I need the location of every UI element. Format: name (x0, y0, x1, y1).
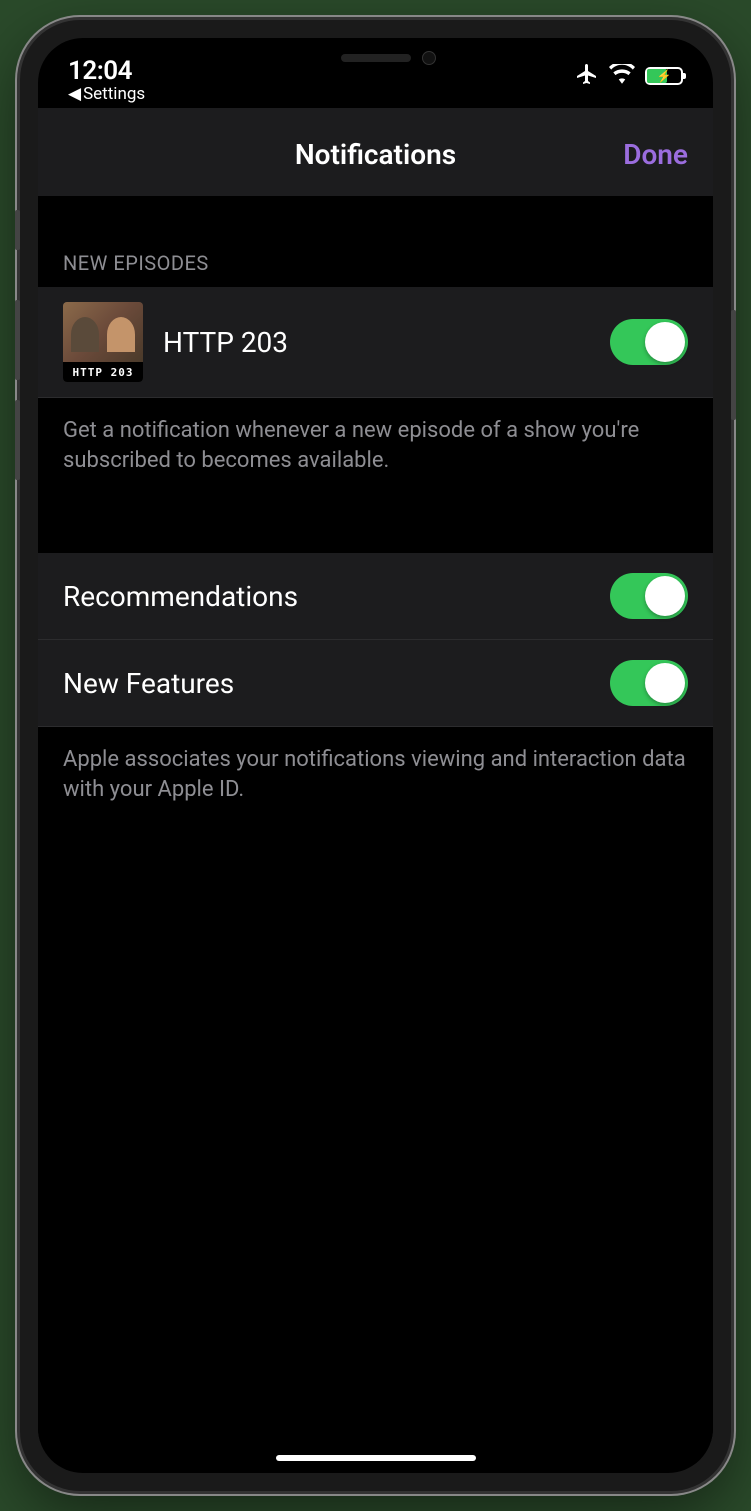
content: NEW EPISODES HTTP 203 HTTP 203 Get a not… (38, 196, 713, 1441)
home-indicator[interactable] (276, 1455, 476, 1461)
charging-icon: ⚡ (657, 69, 672, 83)
wifi-icon (609, 64, 635, 88)
item-label: HTTP 203 (163, 326, 590, 359)
list-item-http203[interactable]: HTTP 203 HTTP 203 (38, 287, 713, 398)
volume-up (15, 300, 20, 380)
thumb-label: HTTP 203 (63, 362, 143, 382)
nav-bar: Notifications Done (38, 108, 713, 196)
toggle-knob (645, 576, 685, 616)
front-camera (422, 51, 436, 65)
back-label: Settings (83, 84, 145, 104)
airplane-icon (575, 62, 599, 90)
toggle-knob (645, 322, 685, 362)
item-label: New Features (63, 667, 590, 700)
list-item-new-features[interactable]: New Features (38, 640, 713, 727)
power-button (731, 310, 736, 420)
notch (236, 38, 516, 78)
phone-frame: 12:04 ◀ Settings ⚡ Notifica (20, 20, 731, 1491)
volume-down (15, 400, 20, 480)
status-time: 12:04 (68, 56, 145, 86)
section-footer-general: Apple associates your notifications view… (38, 727, 713, 822)
toggle-recommendations[interactable] (610, 573, 688, 619)
section-footer-new-episodes: Get a notification whenever a new episod… (38, 398, 713, 493)
page-title: Notifications (295, 138, 456, 171)
mute-switch (15, 210, 20, 250)
toggle-new-features[interactable] (610, 660, 688, 706)
chevron-left-icon: ◀ (68, 84, 81, 104)
toggle-http203[interactable] (610, 319, 688, 365)
podcast-artwork: HTTP 203 (63, 302, 143, 382)
done-button[interactable]: Done (623, 138, 688, 171)
battery-icon: ⚡ (645, 67, 683, 85)
list-item-recommendations[interactable]: Recommendations (38, 553, 713, 640)
screen: 12:04 ◀ Settings ⚡ Notifica (38, 38, 713, 1473)
item-label: Recommendations (63, 580, 590, 613)
toggle-knob (645, 663, 685, 703)
back-to-settings[interactable]: ◀ Settings (68, 84, 145, 104)
section-header-new-episodes: NEW EPISODES (38, 196, 713, 287)
speaker (341, 54, 411, 62)
